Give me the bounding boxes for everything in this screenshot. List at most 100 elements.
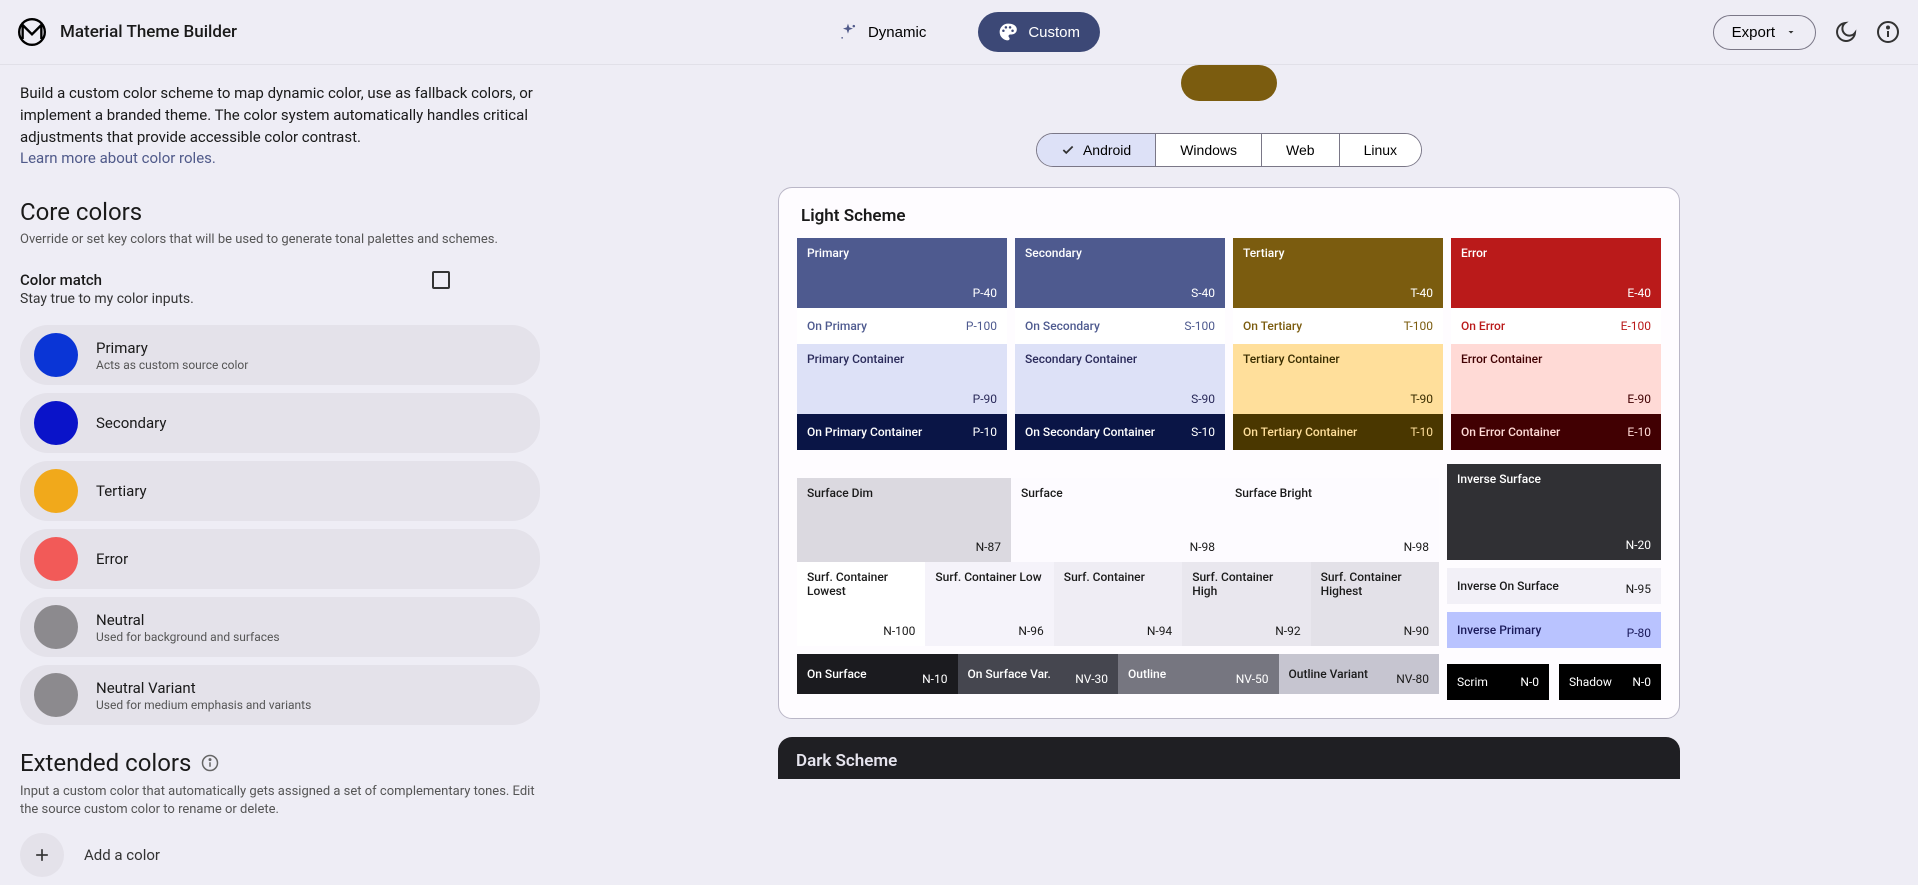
role-onPrimary: On PrimaryP-100 <box>797 308 1007 344</box>
color-name: Secondary <box>96 414 166 432</box>
export-label: Export <box>1732 24 1775 41</box>
platform-tab-android[interactable]: Android <box>1037 134 1156 166</box>
role-tertiary: TertiaryT-40 <box>1233 238 1443 308</box>
learn-more-link[interactable]: Learn more about color roles. <box>20 149 216 167</box>
role-onSecondary: On SecondaryS-100 <box>1015 308 1225 344</box>
check-icon <box>1061 143 1075 157</box>
material-logo-icon <box>18 18 46 46</box>
scrim-cell: ScrimN-0 <box>1447 664 1549 700</box>
core-color-error[interactable]: Error <box>20 529 540 589</box>
role-onSecondaryContainer: On Secondary ContainerS-10 <box>1015 414 1225 450</box>
role-surfaceBright: Surface BrightN-98 <box>1225 478 1439 562</box>
role-onTertiary: On TertiaryT-100 <box>1233 308 1443 344</box>
platform-tab-windows[interactable]: Windows <box>1156 134 1262 166</box>
role-surfContHighest: Surf. Container HighestN-90 <box>1311 562 1439 646</box>
role-outline: OutlineNV-50 <box>1118 654 1279 694</box>
export-button[interactable]: Export <box>1713 15 1816 50</box>
core-color-neutral[interactable]: NeutralUsed for background and surfaces <box>20 597 540 657</box>
role-primaryContainer: Primary ContainerP-90 <box>797 344 1007 414</box>
app-header: Material Theme Builder Dynamic Custom Ex… <box>0 0 1918 65</box>
role-outlineVar: Outline VariantNV-80 <box>1279 654 1440 694</box>
surface-row: Surface DimN-87SurfaceN-98Surface Bright… <box>797 478 1439 562</box>
role-surfCont: Surf. ContainerN-94 <box>1054 562 1182 646</box>
shadow-cell: ShadowN-0 <box>1559 664 1661 700</box>
core-color-tertiary[interactable]: Tertiary <box>20 461 540 521</box>
dark-scheme-title: Dark Scheme <box>778 737 1680 779</box>
seed-preview <box>1181 65 1277 101</box>
inverse-on-surface-cell: Inverse On SurfaceN-95 <box>1447 568 1661 604</box>
role-surfContLow: Surf. Container LowN-96 <box>925 562 1053 646</box>
extended-desc: Input a custom color that automatically … <box>20 783 540 819</box>
palette-icon <box>998 22 1018 42</box>
plus-icon <box>32 845 52 865</box>
extended-colors-title: Extended colors <box>20 749 191 777</box>
mode-custom-label: Custom <box>1028 24 1080 41</box>
color-match-checkbox[interactable] <box>432 271 450 289</box>
sparkle-icon <box>838 22 858 42</box>
role-surfContHigh: Surf. Container HighN-92 <box>1182 562 1310 646</box>
left-panel: Build a custom color scheme to map dynam… <box>0 65 560 877</box>
color-name: Error <box>96 550 128 568</box>
mode-dynamic[interactable]: Dynamic <box>818 12 946 52</box>
role-onTertiaryContainer: On Tertiary ContainerT-10 <box>1233 414 1443 450</box>
mode-custom[interactable]: Custom <box>978 12 1100 52</box>
platform-tabs: AndroidWindowsWebLinux <box>1036 133 1422 167</box>
swatch-icon <box>34 537 78 581</box>
role-onPrimaryContainer: On Primary ContainerP-10 <box>797 414 1007 450</box>
color-desc: Used for background and surfaces <box>96 630 280 644</box>
role-error: ErrorE-40 <box>1451 238 1661 308</box>
role-tertiaryContainer: Tertiary ContainerT-90 <box>1233 344 1443 414</box>
chevron-down-icon <box>1785 26 1797 38</box>
role-grid: PrimaryP-40On PrimaryP-100Primary Contai… <box>797 238 1661 450</box>
intro-text: Build a custom color scheme to map dynam… <box>20 83 540 170</box>
color-name: Neutral Variant <box>96 679 311 697</box>
role-surface: SurfaceN-98 <box>1011 478 1225 562</box>
platform-tab-linux[interactable]: Linux <box>1340 134 1421 166</box>
core-colors-title: Core colors <box>20 198 540 226</box>
role-onErrorContainer: On Error ContainerE-10 <box>1451 414 1661 450</box>
role-onSurfaceVar: On Surface Var.NV-30 <box>958 654 1119 694</box>
color-match-sub: Stay true to my color inputs. <box>20 291 194 307</box>
surface-container-row: Surf. Container LowestN-100Surf. Contain… <box>797 562 1439 646</box>
swatch-icon <box>34 401 78 445</box>
inverse-primary-cell: Inverse PrimaryP-80 <box>1447 612 1661 648</box>
app-title: Material Theme Builder <box>60 22 237 42</box>
core-color-primary[interactable]: PrimaryActs as custom source color <box>20 325 540 385</box>
core-colors-sub: Override or set key colors that will be … <box>20 232 540 247</box>
role-surfaceDim: Surface DimN-87 <box>797 478 1011 562</box>
swatch-icon <box>34 673 78 717</box>
color-name: Tertiary <box>96 482 147 500</box>
role-onError: On ErrorE-100 <box>1451 308 1661 344</box>
mode-dynamic-label: Dynamic <box>868 24 926 41</box>
swatch-icon <box>34 469 78 513</box>
swatch-icon <box>34 605 78 649</box>
color-name: Neutral <box>96 611 280 629</box>
color-name: Primary <box>96 339 248 357</box>
moon-icon <box>1834 20 1858 44</box>
swatch-icon <box>34 333 78 377</box>
color-match-title: Color match <box>20 271 194 289</box>
core-color-list: PrimaryActs as custom source color Secon… <box>20 325 540 725</box>
right-panel: AndroidWindowsWebLinux Light Scheme Prim… <box>560 65 1918 877</box>
color-desc: Used for medium emphasis and variants <box>96 698 311 712</box>
light-scheme-title: Light Scheme <box>801 206 1661 226</box>
core-color-secondary[interactable]: Secondary <box>20 393 540 453</box>
role-onSurface: On SurfaceN-10 <box>797 654 958 694</box>
role-errorContainer: Error ContainerE-90 <box>1451 344 1661 414</box>
info-button[interactable] <box>1876 20 1900 44</box>
role-secondary: SecondaryS-40 <box>1015 238 1225 308</box>
on-surface-row: On SurfaceN-10On Surface Var.NV-30Outlin… <box>797 654 1439 694</box>
platform-tab-web[interactable]: Web <box>1262 134 1340 166</box>
dark-mode-toggle[interactable] <box>1834 20 1858 44</box>
role-surfContLowest: Surf. Container LowestN-100 <box>797 562 925 646</box>
info-icon <box>1876 20 1900 44</box>
light-scheme-card: Light Scheme PrimaryP-40On PrimaryP-100P… <box>778 187 1680 719</box>
color-desc: Acts as custom source color <box>96 358 248 372</box>
role-secondaryContainer: Secondary ContainerS-90 <box>1015 344 1225 414</box>
role-primary: PrimaryP-40 <box>797 238 1007 308</box>
intro-body: Build a custom color scheme to map dynam… <box>20 84 533 146</box>
add-color-button[interactable]: Add a color <box>20 833 540 877</box>
core-color-neutral-variant[interactable]: Neutral VariantUsed for medium emphasis … <box>20 665 540 725</box>
info-icon[interactable] <box>201 754 219 772</box>
add-color-label: Add a color <box>84 846 160 864</box>
